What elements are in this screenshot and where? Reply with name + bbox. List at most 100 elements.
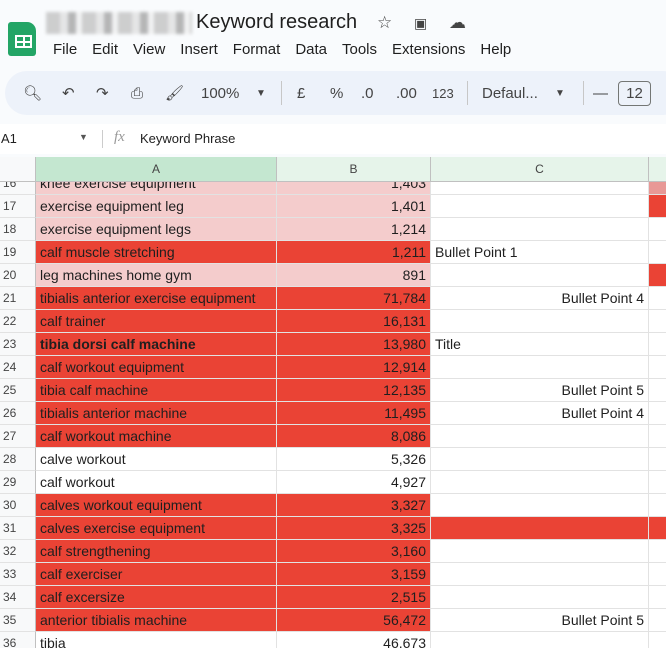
cell-a[interactable]: calves workout equipment <box>36 494 277 517</box>
name-box[interactable]: A1 <box>1 131 17 146</box>
cell-b[interactable]: 1,211 <box>277 241 431 264</box>
cell-b[interactable]: 16,131 <box>277 310 431 333</box>
cell-c[interactable] <box>431 425 649 448</box>
move-folder-icon[interactable]: ▣ <box>414 15 427 32</box>
cell-d[interactable] <box>649 287 666 310</box>
cell-c[interactable] <box>431 218 649 241</box>
cell-a[interactable]: tibia calf machine <box>36 379 277 402</box>
select-all-corner[interactable] <box>0 157 36 182</box>
cell-a[interactable]: tibialis anterior machine <box>36 402 277 425</box>
cell-d[interactable] <box>649 448 666 471</box>
cell-b[interactable]: 8,086 <box>277 425 431 448</box>
redo-icon[interactable]: ↷ <box>96 84 109 102</box>
row-number[interactable]: 23 <box>0 333 36 356</box>
cell-d[interactable] <box>649 609 666 632</box>
cell-c[interactable] <box>431 517 649 540</box>
chevron-down-icon[interactable]: ▼ <box>79 132 88 142</box>
cell-a[interactable]: tibialis anterior exercise equipment <box>36 287 277 310</box>
menu-insert[interactable]: Insert <box>180 41 218 58</box>
cell-c[interactable] <box>431 195 649 218</box>
search-icon[interactable]: 🔍︎ <box>23 84 42 102</box>
decrease-font-size-icon[interactable]: — <box>593 85 608 102</box>
font-size-input[interactable]: 12 <box>618 80 651 106</box>
cell-d[interactable] <box>649 425 666 448</box>
column-header-c[interactable]: C <box>431 157 649 182</box>
cell-d[interactable] <box>649 632 666 648</box>
row-number[interactable]: 36 <box>0 632 36 648</box>
cell-b[interactable]: 11,495 <box>277 402 431 425</box>
row-number[interactable]: 19 <box>0 241 36 264</box>
cell-b[interactable]: 3,159 <box>277 563 431 586</box>
cell-d[interactable] <box>649 310 666 333</box>
menu-extensions[interactable]: Extensions <box>392 41 465 58</box>
star-icon[interactable]: ☆ <box>377 13 392 33</box>
currency-button[interactable]: £ <box>297 85 305 102</box>
cell-a[interactable]: calf trainer <box>36 310 277 333</box>
cell-d[interactable] <box>649 494 666 517</box>
cell-a[interactable]: calf workout machine <box>36 425 277 448</box>
cell-b[interactable]: 13,980 <box>277 333 431 356</box>
number-format-button[interactable]: 123 <box>432 86 454 101</box>
column-header-b[interactable]: B <box>277 157 431 182</box>
row-number[interactable]: 31 <box>0 517 36 540</box>
cell-b[interactable]: 5,326 <box>277 448 431 471</box>
row-number[interactable]: 32 <box>0 540 36 563</box>
cell-c[interactable] <box>431 356 649 379</box>
cell-c[interactable] <box>431 310 649 333</box>
row-number[interactable]: 34 <box>0 586 36 609</box>
menu-file[interactable]: File <box>53 41 77 58</box>
document-title[interactable]: Keyword research <box>196 11 357 34</box>
cell-c[interactable] <box>431 264 649 287</box>
cell-d[interactable] <box>649 264 666 287</box>
cell-a[interactable]: calf muscle stretching <box>36 241 277 264</box>
cell-a[interactable]: calf workout equipment <box>36 356 277 379</box>
cell-a[interactable]: exercise equipment legs <box>36 218 277 241</box>
cell-b[interactable]: 46,673 <box>277 632 431 648</box>
cell-d[interactable] <box>649 540 666 563</box>
cell-c[interactable] <box>431 563 649 586</box>
menu-edit[interactable]: Edit <box>92 41 118 58</box>
menu-format[interactable]: Format <box>233 41 281 58</box>
print-icon[interactable]: ⎙ <box>131 85 143 102</box>
cell-c[interactable]: Bullet Point 4 <box>431 287 649 310</box>
cell-c[interactable] <box>431 586 649 609</box>
cell-c[interactable]: Bullet Point 1 <box>431 241 649 264</box>
row-number[interactable]: 18 <box>0 218 36 241</box>
cell-d[interactable] <box>649 241 666 264</box>
cell-d[interactable] <box>649 195 666 218</box>
row-number[interactable]: 28 <box>0 448 36 471</box>
cell-a[interactable]: tibia <box>36 632 277 648</box>
row-number[interactable]: 25 <box>0 379 36 402</box>
cell-a[interactable]: calf exerciser <box>36 563 277 586</box>
cell-a[interactable]: calve workout <box>36 448 277 471</box>
cell-b[interactable]: 3,327 <box>277 494 431 517</box>
cell-b[interactable]: 2,515 <box>277 586 431 609</box>
cell-b[interactable]: 12,135 <box>277 379 431 402</box>
column-header-d[interactable] <box>649 157 666 182</box>
cell-d[interactable] <box>649 517 666 540</box>
cell-b[interactable]: 891 <box>277 264 431 287</box>
cell-c[interactable]: Title <box>431 333 649 356</box>
row-number[interactable]: 20 <box>0 264 36 287</box>
cell-d[interactable] <box>649 563 666 586</box>
cell-b[interactable]: 12,914 <box>277 356 431 379</box>
increase-decimal-button[interactable]: .00 <box>396 85 417 102</box>
cell-c[interactable] <box>431 540 649 563</box>
cloud-saved-icon[interactable]: ☁ <box>449 13 466 33</box>
row-number[interactable]: 29 <box>0 471 36 494</box>
cell-d[interactable] <box>649 333 666 356</box>
cell-d[interactable] <box>649 402 666 425</box>
cell-b[interactable]: 71,784 <box>277 287 431 310</box>
cell-c[interactable] <box>431 494 649 517</box>
cell-a[interactable]: exercise equipment leg <box>36 195 277 218</box>
cell-a[interactable]: calves exercise equipment <box>36 517 277 540</box>
row-number[interactable]: 26 <box>0 402 36 425</box>
row-number[interactable]: 27 <box>0 425 36 448</box>
row-number[interactable]: 35 <box>0 609 36 632</box>
row-number[interactable]: 21 <box>0 287 36 310</box>
menu-view[interactable]: View <box>133 41 165 58</box>
zoom-select[interactable]: 100% <box>201 85 239 102</box>
cell-a[interactable]: anterior tibialis machine <box>36 609 277 632</box>
cell-a[interactable]: tibia dorsi calf machine <box>36 333 277 356</box>
cell-d[interactable] <box>649 218 666 241</box>
